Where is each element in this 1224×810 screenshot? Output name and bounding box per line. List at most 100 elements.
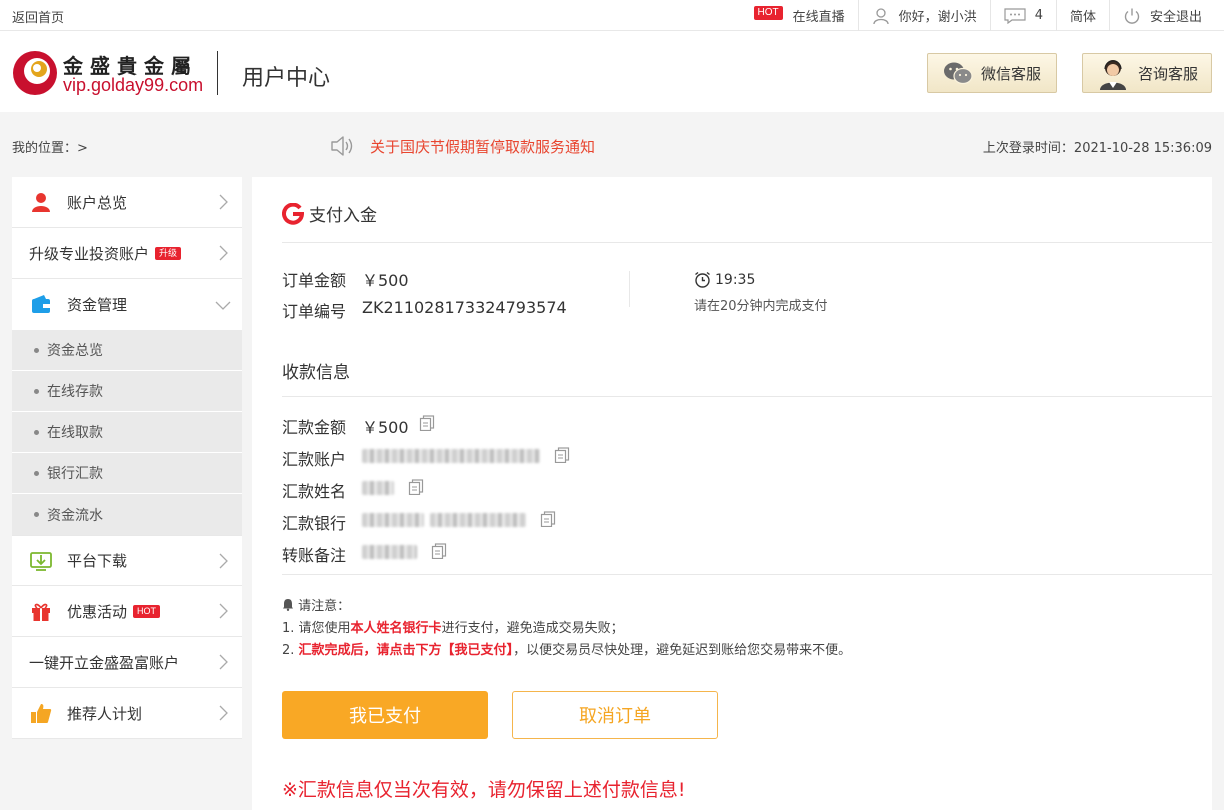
wechat-icon bbox=[943, 62, 973, 85]
hot-badge: HOT bbox=[753, 5, 783, 20]
remit-bank-label: 汇款银行 bbox=[282, 514, 347, 533]
note-text: 进行支付，避免造成交易失败； bbox=[441, 621, 624, 636]
order-no-label: 订单编号 bbox=[282, 302, 347, 321]
user-greeting[interactable]: 你好，谢小洪 bbox=[857, 0, 990, 31]
sidebar-subitem-label: 资金总览 bbox=[47, 343, 103, 359]
notice-link[interactable]: 关于国庆节假期暂停取款服务通知 bbox=[330, 135, 595, 157]
copy-icon[interactable] bbox=[540, 511, 556, 527]
note-2: 2. 汇款完成后，请点击下方【我已支付】，以便交易员尽快处理，避免延迟到账给您交… bbox=[282, 640, 851, 662]
sidebar-subitem-fund-flow[interactable]: 资金流水 bbox=[12, 494, 242, 535]
sidebar-item-promotions[interactable]: 优惠活动 HOT bbox=[12, 586, 242, 637]
panel-title-text: 支付入金 bbox=[309, 206, 377, 226]
copy-icon[interactable] bbox=[408, 479, 424, 495]
sidebar-subitem-label: 资金流水 bbox=[47, 507, 103, 524]
note-highlight: 本人姓名银行卡 bbox=[350, 621, 442, 636]
remit-bank-value-blurred bbox=[362, 513, 424, 527]
remark-label: 转账备注 bbox=[282, 546, 347, 565]
message-count: 4 bbox=[1034, 8, 1043, 23]
copy-icon[interactable] bbox=[554, 447, 570, 463]
home-link[interactable]: 返回首页 bbox=[12, 7, 64, 26]
chevron-right-icon bbox=[219, 705, 228, 721]
timer-hint: 请在20分钟内完成支付 bbox=[694, 299, 828, 314]
brand-url: vip.golday99.com bbox=[63, 75, 204, 95]
bullet-icon bbox=[34, 512, 39, 517]
messages-link[interactable]: 4 bbox=[989, 0, 1056, 31]
sidebar-subitem-fund-overview[interactable]: 资金总览 bbox=[12, 330, 242, 371]
page-title: 用户中心 bbox=[242, 66, 331, 91]
remit-account-value-blurred bbox=[362, 449, 540, 463]
sidebar-item-platform-download[interactable]: 平台下载 bbox=[12, 535, 242, 586]
sidebar-item-open-account[interactable]: 一键开立金盛盈富账户 bbox=[12, 637, 242, 688]
bullet-icon bbox=[34, 470, 39, 476]
breadcrumb: 我的位置：> bbox=[12, 141, 88, 156]
payment-panel: 支付入金 订单金额 ￥500 订单编号 ZK211028173324793574… bbox=[252, 177, 1212, 810]
consult-service-button[interactable]: 咨询客服 bbox=[1082, 53, 1212, 93]
sidebar-item-upgrade[interactable]: 升级专业投资账户 升级 bbox=[12, 228, 242, 279]
sidebar-item-referral-plan[interactable]: 推荐人计划 bbox=[12, 688, 242, 739]
sidebar-item-label: 账户总览 bbox=[67, 193, 128, 212]
notes-title: 请注意： bbox=[298, 599, 351, 614]
paid-button[interactable]: 我已支付 bbox=[282, 691, 488, 739]
remit-name-label: 汇款姓名 bbox=[282, 482, 347, 501]
sidebar-item-label: 推荐人计划 bbox=[67, 704, 143, 723]
bullet-icon bbox=[34, 388, 39, 394]
validity-warning: ※汇款信息仅当次有效，请勿保留上述付款信息! bbox=[282, 779, 686, 801]
copy-icon[interactable] bbox=[431, 543, 447, 559]
speaker-icon bbox=[331, 136, 353, 156]
sidebar: 账户总览 升级专业投资账户 升级 资金管理 资金总览 在线存款 在线取款 银行汇款… bbox=[12, 177, 242, 739]
receive-info-title: 收款信息 bbox=[282, 363, 350, 383]
note-text: 1. 请您使用 bbox=[282, 621, 351, 636]
upgrade-badge: 升级 bbox=[155, 246, 182, 260]
divider bbox=[282, 574, 1212, 575]
divider bbox=[629, 271, 630, 307]
divider bbox=[282, 242, 1212, 243]
order-no-value: ZK211028173324793574 bbox=[362, 298, 567, 317]
chevron-down-icon bbox=[215, 301, 231, 310]
logout-link[interactable]: 安全退出 bbox=[1108, 0, 1224, 31]
sidebar-item-label: 一键开立金盛盈富账户 bbox=[29, 653, 180, 672]
sidebar-subitem-label: 银行汇款 bbox=[47, 466, 103, 482]
top-bar: 返回首页 HOT 在线直播 你好，谢小洪 4 简体 安全退出 bbox=[0, 0, 1224, 31]
chevron-right-icon bbox=[219, 245, 228, 261]
remark-value-blurred bbox=[362, 545, 417, 559]
chevron-right-icon bbox=[219, 194, 228, 210]
sidebar-item-label: 资金管理 bbox=[67, 296, 128, 314]
header-divider bbox=[217, 51, 218, 95]
sidebar-item-account-overview[interactable]: 账户总览 bbox=[12, 177, 242, 228]
sidebar-item-label: 优惠活动 HOT bbox=[67, 601, 161, 622]
upgrade-label: 升级专业投资账户 bbox=[29, 244, 150, 263]
sidebar-subitem-bank-remit[interactable]: 银行汇款 bbox=[12, 453, 242, 494]
sidebar-subitem-online-withdraw[interactable]: 在线取款 bbox=[12, 412, 242, 453]
customer-service-avatar-icon bbox=[1099, 60, 1126, 90]
remit-amount-value: ￥500 bbox=[362, 418, 409, 437]
note-text: ，以便交易员尽快处理，避免延迟到账给您交易带来不便。 bbox=[513, 643, 852, 658]
sidebar-subitem-online-deposit[interactable]: 在线存款 bbox=[12, 371, 242, 412]
note-text: 2. bbox=[282, 643, 299, 658]
cancel-order-button[interactable]: 取消订单 bbox=[512, 691, 718, 739]
alarm-clock-icon bbox=[695, 271, 710, 288]
bullet-icon bbox=[34, 347, 39, 353]
wechat-service-button[interactable]: 微信客服 bbox=[927, 53, 1057, 93]
notes-title-row: 请注意： bbox=[282, 596, 851, 618]
last-login-time: 上次登录时间：2021-10-28 15:36:09 bbox=[982, 141, 1212, 156]
sidebar-item-label: 升级专业投资账户 升级 bbox=[29, 243, 182, 264]
sidebar-subitem-label: 在线存款 bbox=[47, 384, 103, 400]
copy-icon[interactable] bbox=[419, 415, 435, 431]
top-bar-right: HOT 在线直播 你好，谢小洪 4 简体 安全退出 bbox=[741, 0, 1224, 31]
download-icon bbox=[30, 552, 52, 571]
timer-value: 19:35 bbox=[715, 271, 756, 288]
sidebar-item-fund-management[interactable]: 资金管理 bbox=[12, 279, 242, 330]
chevron-right-icon bbox=[219, 553, 228, 569]
consult-service-label: 咨询客服 bbox=[1137, 64, 1198, 83]
note-highlight: 汇款完成后，请点击下方【我已支付】 bbox=[298, 643, 514, 658]
brand-logo-icon[interactable] bbox=[12, 50, 58, 96]
live-link[interactable]: HOT 在线直播 bbox=[741, 0, 858, 31]
bell-icon bbox=[283, 599, 293, 611]
header: 金盛貴金屬 vip.golday99.com 用户中心 微信客服 咨询客服 bbox=[0, 31, 1224, 112]
sidebar-item-label: 平台下载 bbox=[67, 552, 128, 570]
language-switch[interactable]: 简体 bbox=[1055, 0, 1109, 31]
chevron-right-icon bbox=[219, 654, 228, 670]
live-label: 在线直播 bbox=[792, 10, 845, 25]
power-icon bbox=[1124, 8, 1140, 24]
user-icon bbox=[873, 7, 889, 24]
